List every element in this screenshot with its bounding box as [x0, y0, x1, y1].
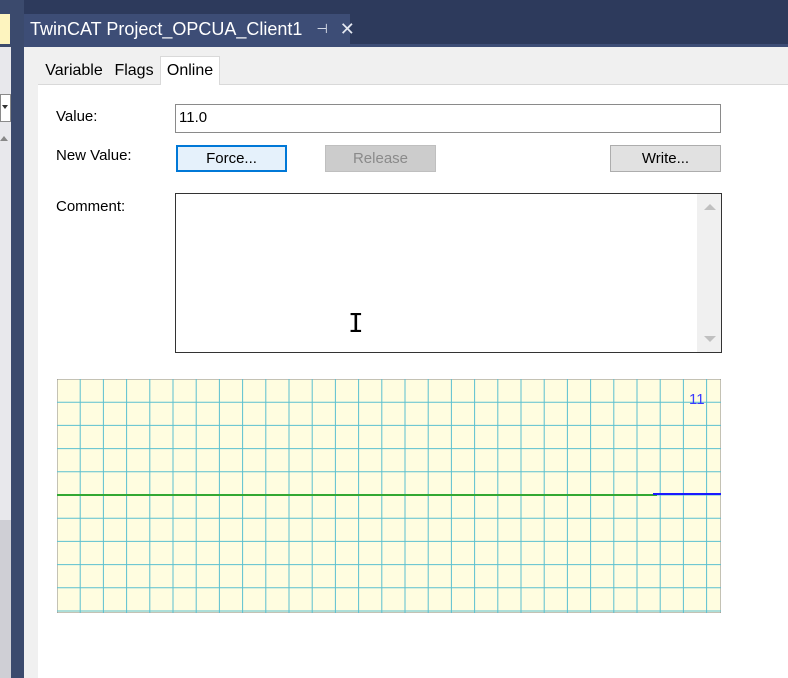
- release-button: Release: [325, 145, 436, 172]
- document-tab-title: TwinCAT Project_OPCUA_Client1: [30, 18, 303, 39]
- scroll-up-arrow-icon[interactable]: [704, 204, 716, 210]
- comment-scrollbar[interactable]: [697, 194, 721, 352]
- pin-icon[interactable]: ⊣: [316, 21, 327, 37]
- comment-label: Comment:: [56, 198, 126, 215]
- tab-flags[interactable]: Flags: [110, 58, 158, 83]
- comment-textarea[interactable]: [175, 193, 722, 353]
- scroll-up-icon[interactable]: [0, 136, 8, 141]
- write-button[interactable]: Write...: [610, 145, 721, 172]
- value-field[interactable]: 11.0: [175, 104, 721, 133]
- document-tab[interactable]: TwinCAT Project_OPCUA_Client1 ⊣ ✕: [24, 14, 355, 44]
- tab-online[interactable]: Online: [160, 56, 220, 85]
- text-cursor-icon: I: [348, 309, 364, 339]
- current-value-label: 11: [689, 391, 705, 408]
- tab-variable[interactable]: Variable: [40, 58, 108, 83]
- adjacent-scrollbar[interactable]: [0, 520, 11, 678]
- value-trend-chart: 11: [57, 379, 721, 613]
- online-panel: Variable Flags Online Value: 11.0 New Va…: [24, 47, 788, 678]
- force-button[interactable]: Force...: [176, 145, 287, 172]
- adjacent-panel-highlight: [0, 14, 10, 44]
- value-label: Value:: [56, 108, 98, 125]
- adjacent-dropdown[interactable]: [0, 94, 11, 122]
- panel-edge: [24, 47, 38, 678]
- close-icon[interactable]: ✕: [340, 19, 355, 40]
- new-value-label: New Value:: [56, 147, 132, 164]
- adjacent-panel: [0, 0, 24, 678]
- scroll-down-arrow-icon[interactable]: [704, 336, 716, 342]
- property-tabs: Variable Flags Online: [38, 47, 788, 85]
- chart-svg: 11: [57, 379, 721, 613]
